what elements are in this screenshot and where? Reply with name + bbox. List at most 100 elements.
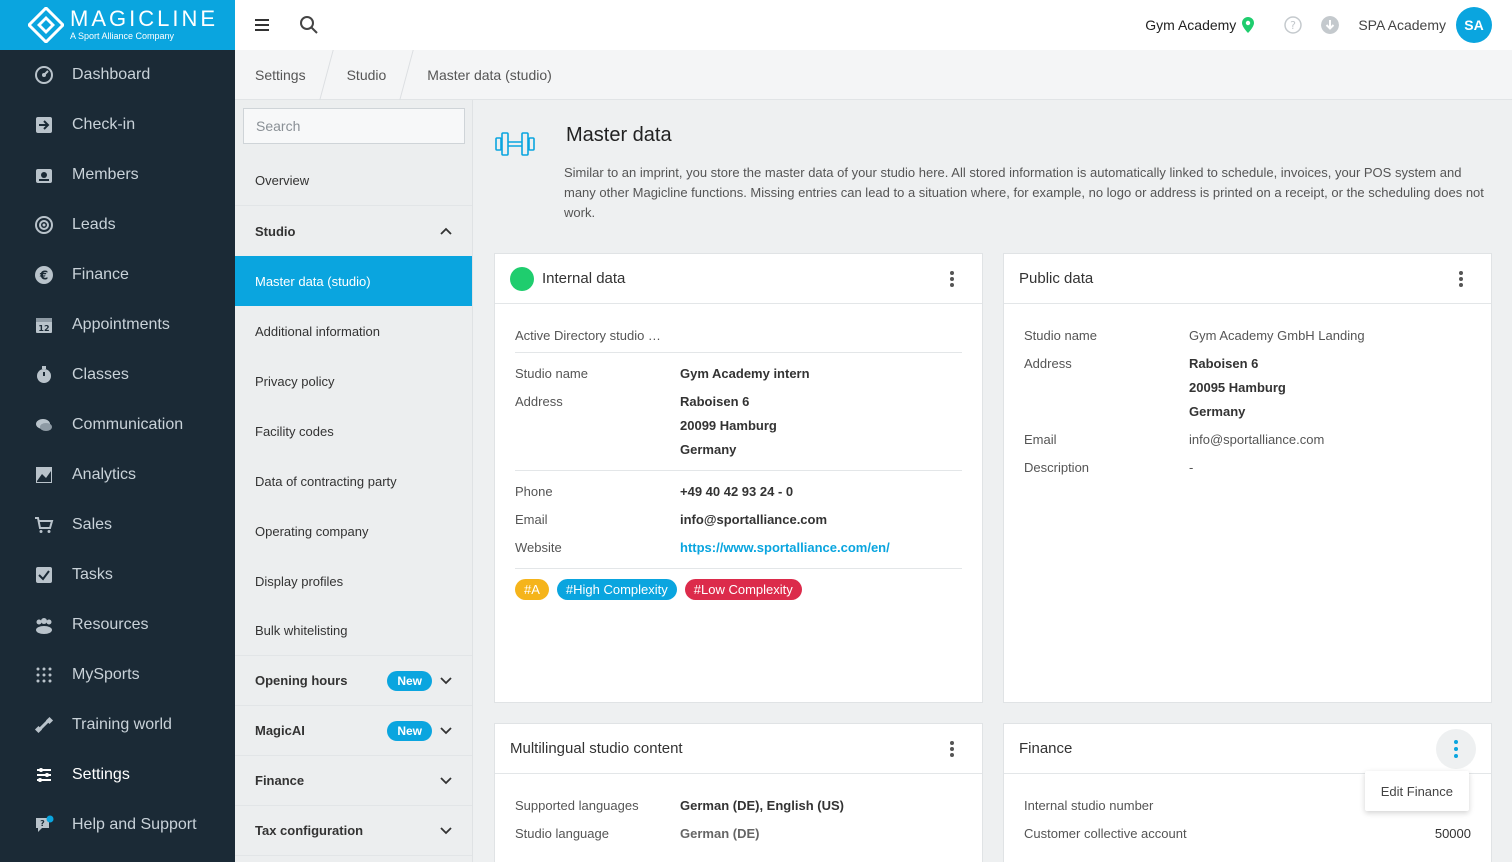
nav-tasks[interactable]: Tasks bbox=[0, 550, 235, 600]
field-label: Phone bbox=[515, 484, 553, 499]
page-description: Similar to an imprint, you store the mas… bbox=[564, 165, 1484, 220]
chevron-up-icon bbox=[440, 227, 452, 235]
nav-appointments[interactable]: 12 Appointments bbox=[0, 300, 235, 350]
nav-label: Settings bbox=[72, 766, 130, 783]
card-header: Internal data bbox=[495, 254, 982, 304]
nav-analytics[interactable]: Analytics bbox=[0, 450, 235, 500]
card-header: Public data bbox=[1004, 254, 1491, 304]
subnav-facility-codes[interactable]: Facility codes bbox=[235, 406, 472, 456]
finance-card: Finance Internal studio number Customer … bbox=[1003, 723, 1492, 862]
chart-icon bbox=[34, 465, 54, 485]
field-label: Customer collective account bbox=[1024, 826, 1187, 841]
stopwatch-icon bbox=[34, 365, 54, 385]
nav-label: Members bbox=[72, 166, 139, 183]
chevron-down-icon bbox=[440, 726, 452, 734]
chevron-down-icon bbox=[440, 826, 452, 834]
nav-communication[interactable]: Communication bbox=[0, 400, 235, 450]
subnav-additional-information[interactable]: Additional information bbox=[235, 306, 472, 356]
subnav-group-magicai[interactable]: MagicAI New bbox=[235, 706, 472, 756]
nav-training-world[interactable]: Training world bbox=[0, 700, 235, 750]
svg-text:12: 12 bbox=[38, 324, 49, 333]
nav-label: Appointments bbox=[72, 316, 170, 333]
download-icon[interactable] bbox=[1321, 16, 1340, 34]
subnav-group-finance[interactable]: Finance bbox=[235, 756, 472, 806]
nav-mysports[interactable]: MySports bbox=[0, 650, 235, 700]
address-line: 20099 Hamburg bbox=[680, 418, 777, 433]
chat-icon bbox=[34, 415, 54, 435]
card-title: Internal data bbox=[542, 270, 626, 287]
nav-label: Resources bbox=[72, 616, 149, 633]
group-label: Studio bbox=[255, 223, 296, 239]
field-label: Studio name bbox=[515, 366, 588, 381]
description-value: - bbox=[1189, 460, 1194, 475]
nav-settings[interactable]: Settings bbox=[0, 750, 235, 800]
tag-list: #A #High Complexity #Low Complexity bbox=[515, 579, 962, 600]
tag[interactable]: #High Complexity bbox=[556, 579, 677, 600]
search-icon[interactable] bbox=[299, 15, 319, 35]
subnav-display-profiles[interactable]: Display profiles bbox=[235, 556, 472, 606]
field-label: Studio name bbox=[1024, 328, 1097, 343]
main-content: Master data Similar to an imprint, you s… bbox=[474, 100, 1512, 862]
breadcrumb-settings[interactable]: Settings bbox=[235, 50, 326, 100]
edit-finance-menu-item[interactable]: Edit Finance bbox=[1364, 771, 1469, 811]
field-label: Active Directory studio … bbox=[515, 328, 661, 343]
calendar-icon: 12 bbox=[34, 315, 54, 335]
nav-check-in[interactable]: Check-in bbox=[0, 100, 235, 150]
help-chat-icon: ? bbox=[34, 815, 54, 835]
address-line: 20095 Hamburg bbox=[1189, 380, 1286, 395]
nav-help-support[interactable]: ? Help and Support bbox=[0, 800, 235, 850]
address-line: Raboisen 6 bbox=[680, 394, 750, 409]
subnav-bulk-whitelisting[interactable]: Bulk whitelisting bbox=[235, 606, 472, 656]
more-options-icon[interactable] bbox=[1451, 269, 1471, 289]
nav-classes[interactable]: Classes bbox=[0, 350, 235, 400]
tag[interactable]: #A bbox=[515, 579, 549, 600]
nav-finance[interactable]: € Finance bbox=[0, 250, 235, 300]
breadcrumb-studio[interactable]: Studio bbox=[327, 50, 407, 100]
address-line: Germany bbox=[680, 442, 737, 457]
logo[interactable]: MAGICLINE A Sport Alliance Company bbox=[0, 0, 235, 50]
card-header: Finance bbox=[1004, 724, 1491, 774]
nav-resources[interactable]: Resources bbox=[0, 600, 235, 650]
studio-language-value: German (DE) bbox=[680, 826, 760, 841]
field-label: Studio language bbox=[515, 826, 609, 841]
nav-sales[interactable]: Sales bbox=[0, 500, 235, 550]
subnav-contracting-party[interactable]: Data of contracting party bbox=[235, 456, 472, 506]
nav-members[interactable]: Members bbox=[0, 150, 235, 200]
new-badge: New bbox=[387, 720, 432, 741]
website-link[interactable]: https://www.sportalliance.com/en/ bbox=[680, 536, 890, 560]
sliders-icon bbox=[34, 765, 54, 785]
group-label: Opening hours bbox=[255, 673, 348, 688]
nav-leads[interactable]: Leads bbox=[0, 200, 235, 250]
address-value: Raboisen 6 20095 Hamburg Germany bbox=[1189, 352, 1286, 424]
help-icon[interactable]: ? bbox=[1284, 16, 1303, 34]
group-label: MagicAI bbox=[255, 723, 305, 738]
card-title: Public data bbox=[1019, 270, 1094, 287]
subnav-group-tax[interactable]: Tax configuration bbox=[235, 806, 472, 856]
dumbbell-icon bbox=[34, 715, 54, 735]
subnav-group-studio[interactable]: Studio bbox=[235, 206, 472, 256]
subnav-privacy-policy[interactable]: Privacy policy bbox=[235, 356, 472, 406]
subnav-operating-company[interactable]: Operating company bbox=[235, 506, 472, 556]
nav-label: Dashboard bbox=[72, 66, 151, 83]
menu-toggle-icon[interactable] bbox=[255, 19, 269, 31]
more-options-icon[interactable] bbox=[942, 739, 962, 759]
nav-dashboard[interactable]: Dashboard bbox=[0, 50, 235, 100]
subnav-group-opening-hours[interactable]: Opening hours New bbox=[235, 656, 472, 706]
nav-label: Analytics bbox=[72, 466, 137, 483]
subnav-overview[interactable]: Overview bbox=[235, 156, 472, 206]
avatar[interactable]: SA bbox=[1456, 7, 1492, 43]
current-studio[interactable]: Gym Academy bbox=[1145, 17, 1236, 33]
nav-label: Tasks bbox=[72, 566, 113, 583]
tag[interactable]: #Low Complexity bbox=[684, 579, 802, 600]
svg-text:?: ? bbox=[1290, 19, 1296, 32]
studio-name-value: Gym Academy GmbH Landing bbox=[1189, 328, 1365, 343]
chevron-down-icon bbox=[440, 676, 452, 684]
location-pin-icon bbox=[1242, 17, 1255, 33]
account-name[interactable]: SPA Academy bbox=[1358, 17, 1446, 33]
subnav-search-input[interactable]: Search bbox=[243, 108, 465, 144]
more-options-icon[interactable] bbox=[1436, 728, 1476, 769]
more-options-icon[interactable] bbox=[942, 269, 962, 289]
subnav-master-data[interactable]: Master data (studio) bbox=[235, 256, 472, 306]
field-label: Address bbox=[515, 394, 563, 409]
collective-account-value: 50000 bbox=[1434, 826, 1471, 841]
